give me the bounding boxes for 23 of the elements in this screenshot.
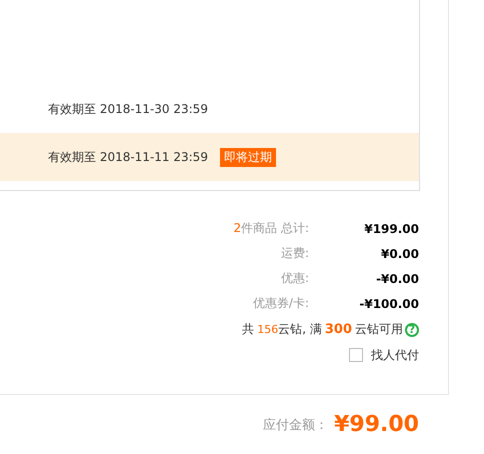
validity-text: 有效期至 2018-11-11 23:59 [48, 148, 208, 166]
summary-value: ¥199.00 [363, 222, 419, 236]
summary-value: -¥0.00 [375, 272, 419, 286]
diamonds-text: 云钻可用 [355, 321, 403, 338]
expiring-badge: 即将过期 [220, 148, 276, 166]
summary-value: -¥100.00 [358, 296, 419, 310]
diamonds-text: 共 [242, 321, 254, 338]
summary-label: 件商品 总计: [241, 221, 309, 235]
checkbox-label: 找人代付 [371, 346, 419, 364]
summary-label: 优惠券/卡: [252, 295, 309, 312]
validity-text: 有效期至 2018-11-30 23:59 [48, 100, 208, 118]
summary-label: 优惠: [280, 270, 309, 287]
checkbox[interactable] [349, 348, 363, 362]
summary-label: 运费: [280, 245, 309, 262]
payable-label: 应付金额： [263, 416, 328, 434]
payable-amount: ¥99.00 [334, 412, 419, 437]
diamonds-text: 云钻, 满 [278, 321, 322, 338]
diamond-count: 156 [257, 323, 278, 336]
diamond-threshold: 300 [324, 322, 352, 337]
item-count: 2 [234, 221, 242, 235]
coupon-row[interactable]: 有效期至 2018-11-30 23:59 [0, 85, 419, 133]
summary-value: ¥0.00 [380, 246, 419, 260]
coupon-row[interactable]: 有效期至 2018-11-11 23:59 即将过期 [0, 133, 419, 181]
